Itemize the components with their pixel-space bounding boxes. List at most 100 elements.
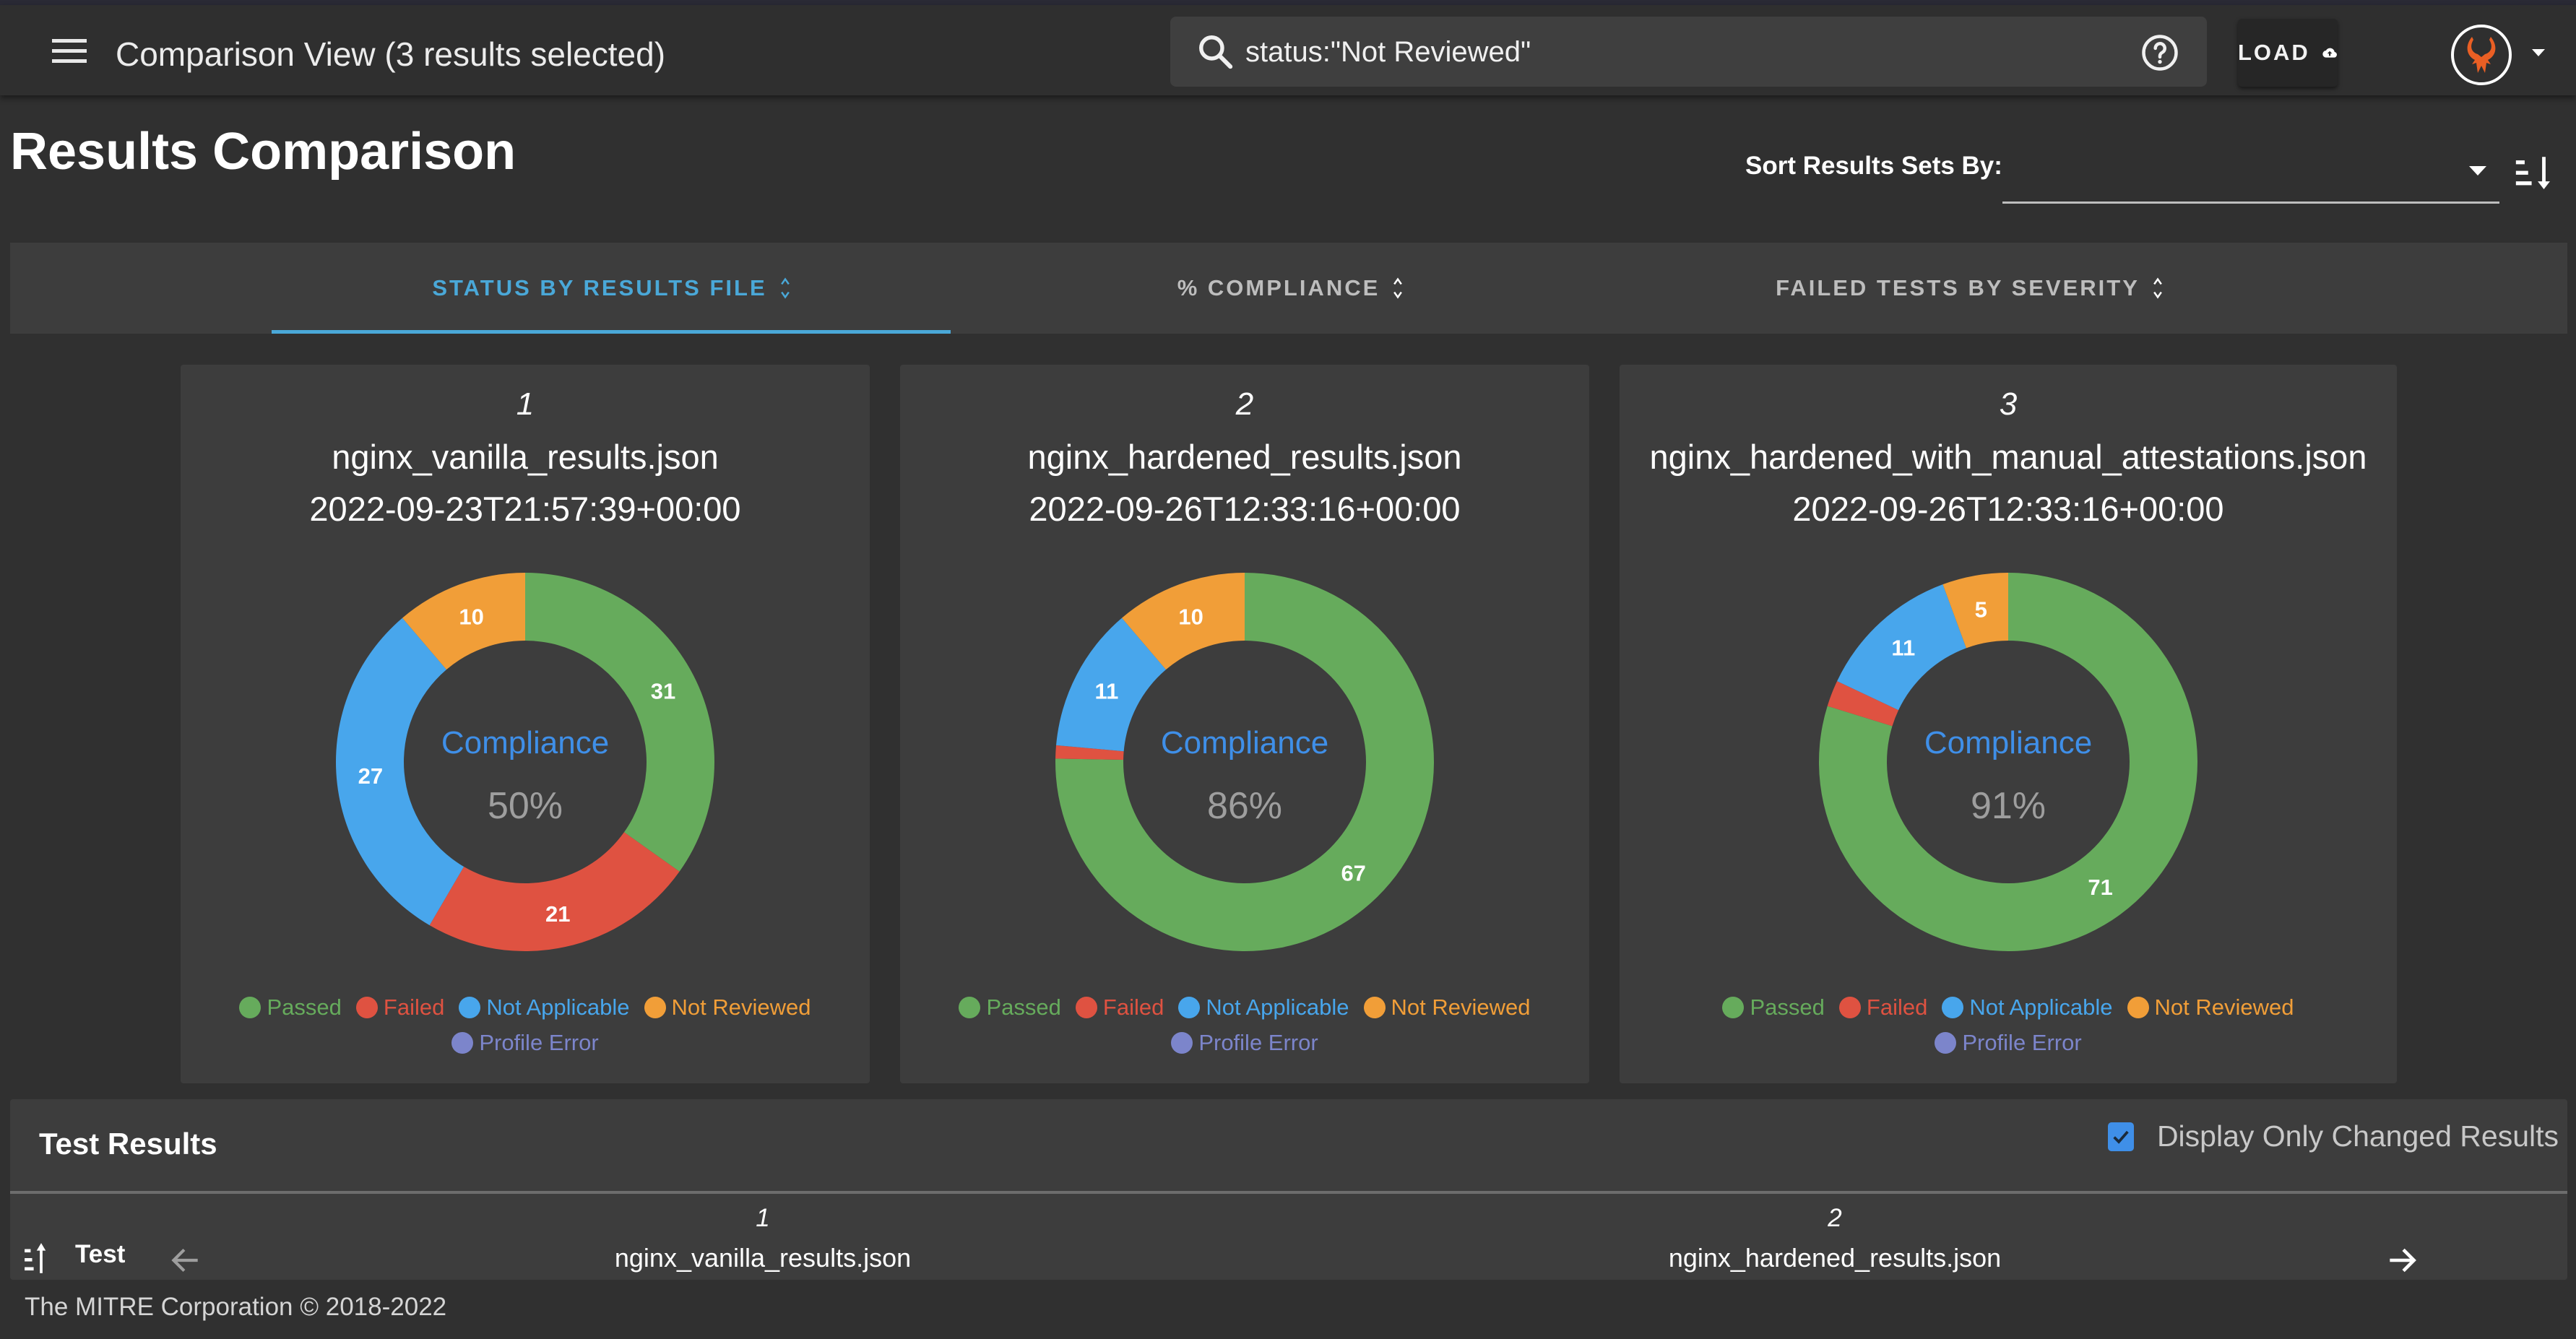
result-index: 3 [1999, 386, 2018, 422]
donut-data-label: 67 [1341, 860, 1365, 885]
legend-item-profile-error[interactable]: Profile Error [451, 1027, 599, 1059]
display-only-changed-checkbox[interactable]: Display Only Changed Results [2107, 1119, 2559, 1153]
legend-dot-icon [1838, 997, 1861, 1018]
legend-item-failed[interactable]: Failed [1838, 992, 1928, 1023]
result-card: 3 nginx_hardened_with_manual_attestation… [1620, 365, 2397, 1083]
legend-dot-icon [1178, 997, 1201, 1018]
tab-label: % COMPLIANCE [1177, 275, 1380, 300]
load-button[interactable]: LOAD [2238, 19, 2338, 87]
legend-item-not-applicable[interactable]: Not Applicable [1942, 992, 2113, 1023]
legend-item-not-reviewed[interactable]: Not Reviewed [2127, 992, 2294, 1023]
sort-label: Sort Results Sets By: [1745, 152, 2002, 180]
result-card: 1 nginx_vanilla_results.json 2022-09-23T… [181, 365, 870, 1083]
donut-data-label: 5 [1975, 597, 1987, 622]
column-header-result-2: 2 nginx_hardened_results.json [1582, 1197, 2088, 1276]
donut-slice-failed[interactable] [429, 832, 680, 951]
app-title: Comparison View (3 results selected) [116, 35, 666, 73]
column-filename: nginx_hardened_results.json [1668, 1243, 2002, 1273]
legend-dot-icon [959, 997, 981, 1018]
legend-label: Failed [1866, 994, 1928, 1020]
legend-label: Passed [986, 994, 1061, 1020]
display-only-changed-label: Display Only Changed Results [2156, 1119, 2559, 1153]
donut-data-label: 11 [1095, 678, 1119, 703]
search-icon [1199, 35, 1233, 69]
tab-percent-compliance[interactable]: % COMPLIANCE [951, 243, 1630, 334]
result-timestamp: 2022-09-26T12:33:16+00:00 [1029, 490, 1461, 528]
page-title: Results Comparison [10, 123, 517, 181]
legend-label: Not Applicable [486, 994, 630, 1020]
unfold-icon [780, 277, 790, 299]
legend-dot-icon [1722, 997, 1745, 1018]
donut-data-label: 10 [1178, 604, 1203, 629]
legend-item-passed[interactable]: Passed [959, 992, 1061, 1023]
test-results-panel: Test Results Display Only Changed Result… [10, 1099, 2567, 1280]
sort-ascending-icon[interactable] [22, 1240, 61, 1276]
unfold-icon [1393, 277, 1403, 299]
tab-failed-tests-by-severity[interactable]: FAILED TESTS BY SEVERITY [1630, 243, 2309, 334]
search-input[interactable] [1245, 27, 2076, 77]
legend-dot-icon [355, 997, 378, 1018]
legend-item-not-reviewed[interactable]: Not Reviewed [1363, 992, 1531, 1023]
active-tab-indicator [272, 330, 951, 334]
test-column-header[interactable]: Test [75, 1240, 125, 1269]
sort-descending-icon[interactable] [2512, 152, 2554, 194]
legend-dot-icon [1363, 997, 1386, 1018]
unfold-icon [2153, 277, 2162, 299]
column-filename: nginx_vanilla_results.json [614, 1243, 912, 1273]
chart-legend: Passed Failed Not Applicable Not Reviewed Pr… [181, 992, 870, 1062]
legend-dot-icon [1075, 997, 1097, 1018]
arrow-left-icon[interactable] [168, 1242, 204, 1278]
legend-item-not-reviewed[interactable]: Not Reviewed [644, 992, 811, 1023]
arrow-right-icon[interactable] [2384, 1242, 2420, 1278]
legend-item-passed[interactable]: Passed [1722, 992, 1825, 1023]
chart-legend: Passed Failed Not Applicable Not Reviewed Pr… [900, 992, 1589, 1062]
legend-item-not-applicable[interactable]: Not Applicable [459, 992, 630, 1023]
status-donut-chart: 71 11 5 Compliance 91% [1819, 573, 2197, 951]
legend-label: Not Reviewed [2154, 994, 2294, 1020]
legend-dot-icon [644, 997, 666, 1018]
legend-dot-icon [239, 997, 262, 1018]
legend-label: Passed [1750, 994, 1825, 1020]
legend-item-failed[interactable]: Failed [1075, 992, 1164, 1023]
legend-dot-icon [451, 1032, 474, 1054]
legend-dot-icon [459, 997, 481, 1018]
status-donut-chart: 67 11 10 Compliance 86% [1055, 573, 1434, 951]
app-bar: Comparison View (3 results selected) LOA… [0, 5, 2576, 95]
checkbox-checked-icon [2107, 1122, 2134, 1151]
donut-data-label: 31 [651, 678, 675, 703]
load-button-label: LOAD [2238, 40, 2310, 65]
compliance-label: Compliance [441, 725, 609, 760]
sort-results-select[interactable] [2002, 144, 2499, 204]
chart-legend: Passed Failed Not Applicable Not Reviewed Pr… [1620, 992, 2397, 1062]
tab-label: FAILED TESTS BY SEVERITY [1776, 275, 2140, 300]
compliance-value: 86% [1207, 785, 1282, 827]
legend-item-not-applicable[interactable]: Not Applicable [1178, 992, 1349, 1023]
user-avatar[interactable] [2450, 24, 2512, 86]
footer-copyright: The MITRE Corporation © 2018-2022 [25, 1293, 447, 1321]
legend-label: Not Reviewed [671, 994, 811, 1020]
result-filename: nginx_vanilla_results.json [332, 438, 719, 476]
search-bar [1170, 17, 2207, 87]
status-donut-chart: 31 21 27 10 Compliance 50% [335, 573, 714, 951]
legend-item-passed[interactable]: Passed [239, 992, 342, 1023]
legend-label: Passed [267, 994, 342, 1020]
account-menu-caret-icon[interactable] [2532, 49, 2545, 56]
help-icon[interactable] [2140, 33, 2179, 72]
tab-status-by-results-file[interactable]: STATUS BY RESULTS FILE [272, 243, 951, 334]
legend-label: Not Applicable [1969, 994, 2113, 1020]
test-results-title: Test Results [39, 1127, 217, 1161]
legend-label: Not Applicable [1206, 994, 1349, 1020]
column-index: 2 [1828, 1204, 1842, 1232]
result-timestamp: 2022-09-23T21:57:39+00:00 [309, 490, 741, 528]
legend-item-failed[interactable]: Failed [355, 992, 444, 1023]
tab-label: STATUS BY RESULTS FILE [432, 275, 767, 300]
menu-icon[interactable] [52, 39, 87, 64]
legend-item-profile-error[interactable]: Profile Error [1935, 1027, 2082, 1059]
chart-tabs: STATUS BY RESULTS FILE % COMPLIANCE FAIL… [10, 243, 2567, 334]
donut-data-label: 21 [545, 901, 570, 927]
legend-item-profile-error[interactable]: Profile Error [1171, 1027, 1318, 1059]
header-divider [10, 1191, 2567, 1194]
legend-dot-icon [1942, 997, 1964, 1018]
legend-dot-icon [1171, 1032, 1193, 1054]
legend-dot-icon [2127, 997, 2149, 1018]
